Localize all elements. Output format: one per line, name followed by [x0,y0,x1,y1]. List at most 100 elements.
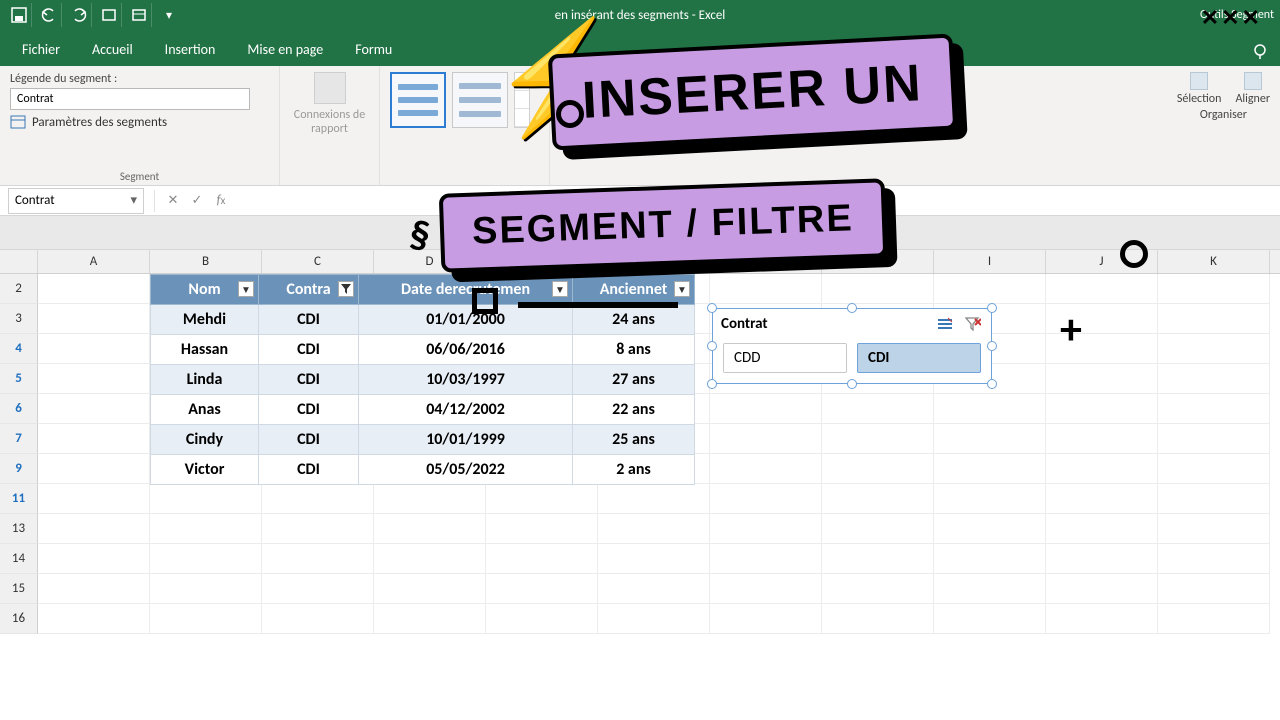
cell[interactable] [934,484,1046,514]
cell[interactable] [1046,514,1158,544]
cell[interactable] [822,394,934,424]
table-cell[interactable]: 2 ans [573,455,695,485]
cell[interactable] [598,544,710,574]
row-header[interactable]: 11 [0,484,38,514]
cell[interactable] [150,544,262,574]
cell[interactable] [934,274,1046,304]
cell[interactable] [486,604,598,634]
col-header[interactable]: J [1046,250,1158,273]
cell[interactable] [38,544,150,574]
gallery-more-button[interactable] [514,72,530,128]
cell[interactable] [486,574,598,604]
cell[interactable] [38,424,150,454]
cell[interactable] [1158,364,1270,394]
table-row[interactable]: HassanCDI06/06/20168 ans [151,335,695,365]
cell[interactable] [1046,604,1158,634]
spreadsheet-grid[interactable]: A B C D E F G H I J K 23456791113141516 … [0,250,1280,634]
table-row[interactable]: AnasCDI04/12/200222 ans [151,395,695,425]
cell[interactable] [374,484,486,514]
enter-formula-button[interactable]: ✓ [185,189,209,213]
align-button[interactable]: Aligner [1235,72,1270,106]
resize-handle[interactable] [707,303,717,313]
cell[interactable] [934,574,1046,604]
cell[interactable] [38,514,150,544]
row-header[interactable]: 16 [0,604,38,634]
cell[interactable] [374,514,486,544]
table-header-date[interactable]: Date derecrutemen▼ [359,275,573,305]
segment-caption-input[interactable] [10,88,250,110]
chevron-down-icon[interactable]: ▾ [130,193,137,208]
cell[interactable] [710,544,822,574]
table-row[interactable]: LindaCDI10/03/199727 ans [151,365,695,395]
table-cell[interactable]: Hassan [151,335,259,365]
table-cell[interactable]: CDI [259,365,359,395]
tab-fichier[interactable]: Fichier [6,33,76,66]
cell[interactable] [150,484,262,514]
cell[interactable] [822,424,934,454]
col-header[interactable]: D [374,250,486,273]
cell[interactable] [1158,544,1270,574]
cell[interactable] [1158,484,1270,514]
row-header[interactable]: 3 [0,304,38,334]
cell[interactable] [934,454,1046,484]
cell[interactable] [1158,604,1270,634]
cell[interactable] [1046,274,1158,304]
cell[interactable] [1046,454,1158,484]
cell[interactable] [38,364,150,394]
resize-handle[interactable] [847,303,857,313]
cell[interactable] [710,514,822,544]
col-header[interactable]: K [1158,250,1270,273]
cell[interactable] [262,484,374,514]
table-cell[interactable]: 06/06/2016 [359,335,573,365]
cell[interactable] [38,454,150,484]
cell[interactable] [710,274,822,304]
table-cell[interactable]: 27 ans [573,365,695,395]
cell[interactable] [710,604,822,634]
resize-handle[interactable] [847,379,857,389]
table-cell[interactable]: 22 ans [573,395,695,425]
table-header-nom[interactable]: Nom▼ [151,275,259,305]
cell[interactable] [1046,544,1158,574]
cell[interactable] [710,424,822,454]
cell[interactable] [38,274,150,304]
col-header[interactable]: E [486,250,598,273]
select-all-corner[interactable] [0,250,38,273]
cell[interactable] [374,574,486,604]
resize-handle[interactable] [987,379,997,389]
resize-handle[interactable] [707,341,717,351]
table-row[interactable]: CindyCDI10/01/199925 ans [151,425,695,455]
cancel-formula-button[interactable]: ✕ [161,189,185,213]
cell[interactable] [38,304,150,334]
tell-me-icon[interactable] [1246,38,1274,66]
cell[interactable] [38,604,150,634]
filter-dropdown-icon[interactable]: ▼ [238,281,254,297]
cell[interactable] [150,604,262,634]
cell[interactable] [38,334,150,364]
filter-dropdown-icon[interactable]: ▼ [674,281,690,297]
table-cell[interactable]: 25 ans [573,425,695,455]
row-header[interactable]: 7 [0,424,38,454]
tab-mise-en-page[interactable]: Mise en page [231,33,339,66]
cell[interactable] [150,514,262,544]
multi-select-icon[interactable] [935,315,955,333]
cell[interactable] [1158,574,1270,604]
cell[interactable] [710,574,822,604]
table-cell[interactable]: Mehdi [151,305,259,335]
cell[interactable] [1158,274,1270,304]
col-header[interactable]: I [934,250,1046,273]
cell[interactable] [934,514,1046,544]
tab-insertion[interactable]: Insertion [149,33,232,66]
row-header[interactable]: 4 [0,334,38,364]
cell[interactable] [822,514,934,544]
cell[interactable] [1046,484,1158,514]
col-header[interactable]: G [710,250,822,273]
qat-button[interactable] [96,3,122,27]
style-swatch[interactable] [390,72,446,128]
cell[interactable] [262,544,374,574]
filter-dropdown-icon[interactable]: ▼ [552,281,568,297]
table-cell[interactable]: 10/03/1997 [359,365,573,395]
cell[interactable] [262,604,374,634]
resize-handle[interactable] [987,303,997,313]
table-cell[interactable]: CDI [259,335,359,365]
cell[interactable] [598,514,710,544]
